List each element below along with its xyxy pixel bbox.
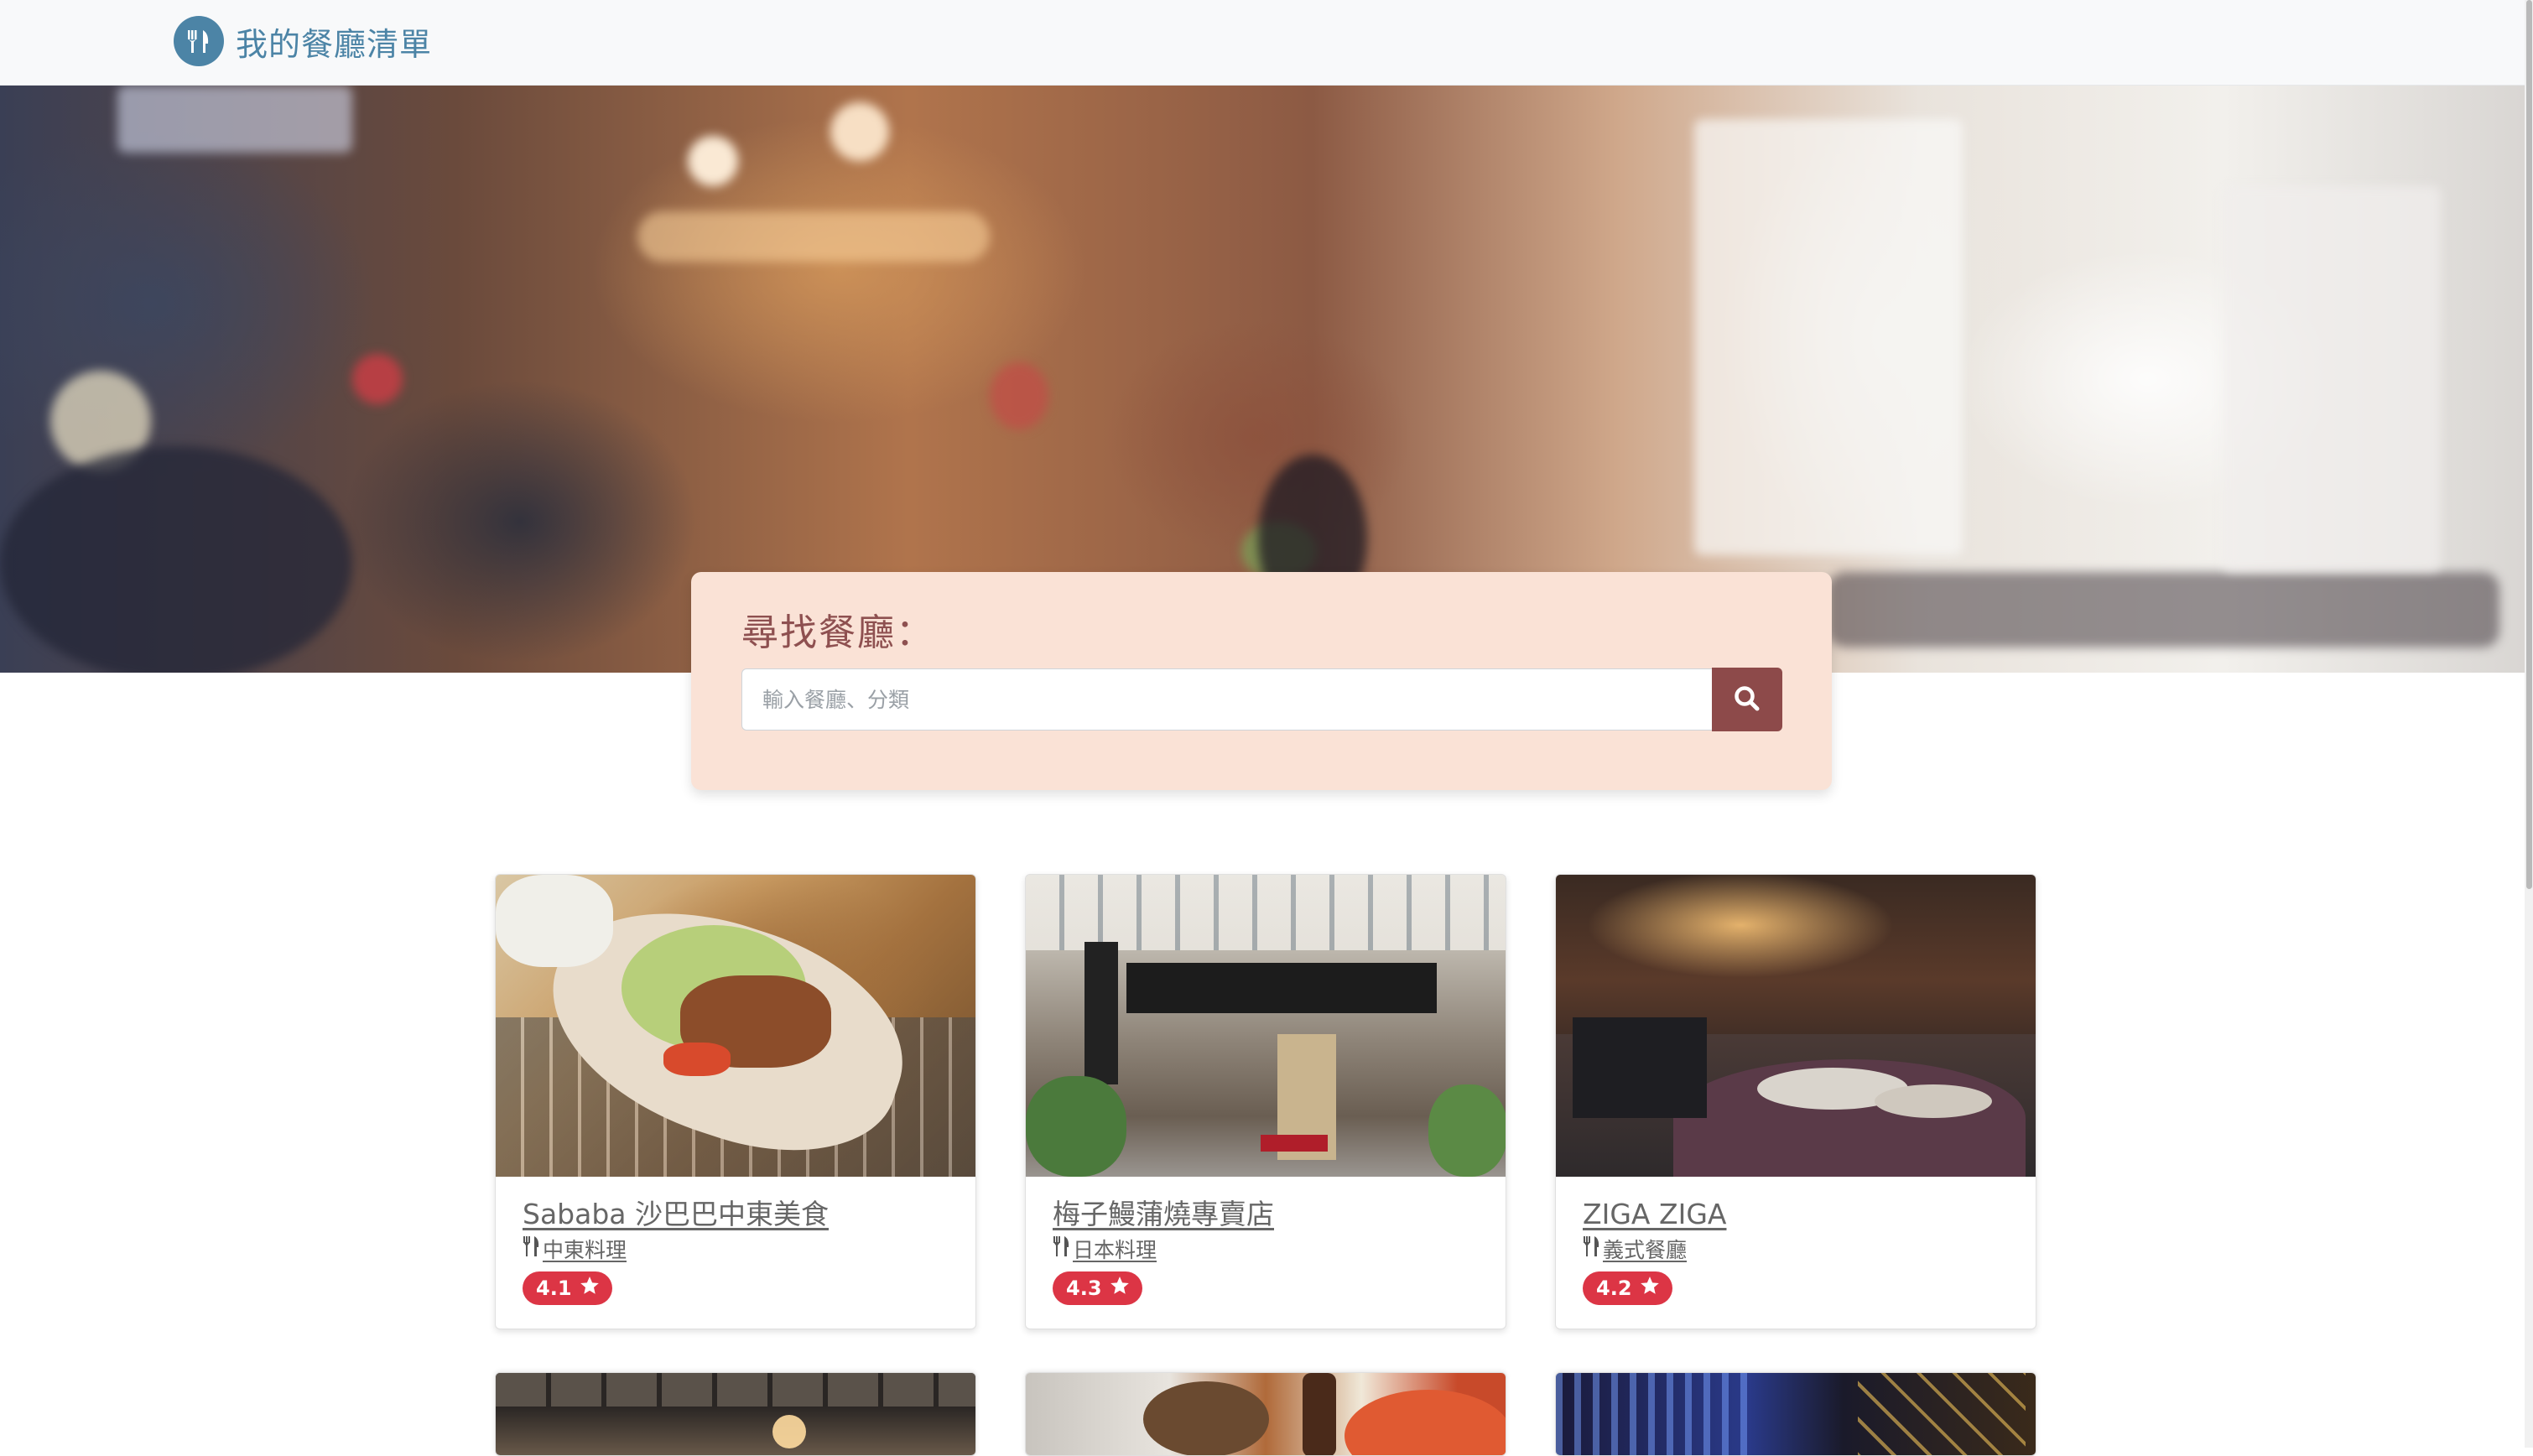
restaurant-category[interactable]: 義式餐廳 (1583, 1235, 2009, 1265)
restaurant-photo (1556, 1373, 2036, 1455)
search-input[interactable] (741, 668, 1731, 731)
utensils-icon (523, 1235, 543, 1265)
card-body: 梅子鰻蒲燒專賣店 日本料理 4.3 (1026, 1177, 1506, 1329)
restaurant-photo (1556, 875, 2036, 1177)
brand-title: 我的餐廳清單 (236, 25, 433, 63)
restaurant-name-link[interactable]: 梅子鰻蒲燒專賣店 (1053, 1197, 1479, 1232)
restaurant-card[interactable] (1025, 1372, 1506, 1456)
restaurant-photo (496, 875, 975, 1177)
restaurant-card[interactable]: Sababa 沙巴巴中東美食 中東料理 4.1 (495, 874, 976, 1329)
rating-value: 4.2 (1596, 1277, 1632, 1300)
utensils-icon (174, 16, 224, 66)
star-icon (572, 1275, 601, 1302)
restaurant-category[interactable]: 日本料理 (1053, 1235, 1479, 1265)
restaurant-card[interactable] (495, 1372, 976, 1456)
restaurant-photo (1026, 1373, 1506, 1455)
category-label: 義式餐廳 (1603, 1237, 1688, 1262)
card-body: ZIGA ZIGA 義式餐廳 4.2 (1556, 1177, 2036, 1329)
brand-link[interactable]: 我的餐廳清單 (174, 15, 432, 67)
star-icon (1632, 1275, 1661, 1302)
category-label: 中東料理 (543, 1237, 627, 1262)
navbar: 我的餐廳清單 (0, 0, 2525, 86)
search-title: 尋找餐廳： (741, 611, 934, 654)
search-button[interactable] (1712, 668, 1782, 731)
utensils-icon (1053, 1235, 1073, 1265)
rating-value: 4.3 (1066, 1277, 1102, 1300)
rating-value: 4.1 (536, 1277, 572, 1300)
restaurant-photo (496, 1373, 975, 1455)
category-label: 日本料理 (1073, 1237, 1157, 1262)
restaurant-category[interactable]: 中東料理 (523, 1235, 949, 1265)
search-panel: 尋找餐廳： (691, 572, 1832, 790)
restaurant-photo (1026, 875, 1506, 1177)
restaurant-card[interactable] (1555, 1372, 2036, 1456)
rating-badge: 4.2 (1583, 1271, 1672, 1305)
utensils-icon (1583, 1235, 1603, 1265)
restaurant-name-link[interactable]: ZIGA ZIGA (1583, 1197, 2009, 1232)
scrollbar-thumb[interactable] (2526, 0, 2532, 889)
rating-badge: 4.1 (523, 1271, 612, 1305)
search-icon (1733, 684, 1761, 715)
restaurant-card[interactable]: 梅子鰻蒲燒專賣店 日本料理 4.3 (1025, 874, 1506, 1329)
rating-badge: 4.3 (1053, 1271, 1142, 1305)
restaurant-card[interactable]: ZIGA ZIGA 義式餐廳 4.2 (1555, 874, 2036, 1329)
restaurant-name-link[interactable]: Sababa 沙巴巴中東美食 (523, 1197, 949, 1232)
card-body: Sababa 沙巴巴中東美食 中東料理 4.1 (496, 1177, 975, 1329)
star-icon (1102, 1275, 1131, 1302)
